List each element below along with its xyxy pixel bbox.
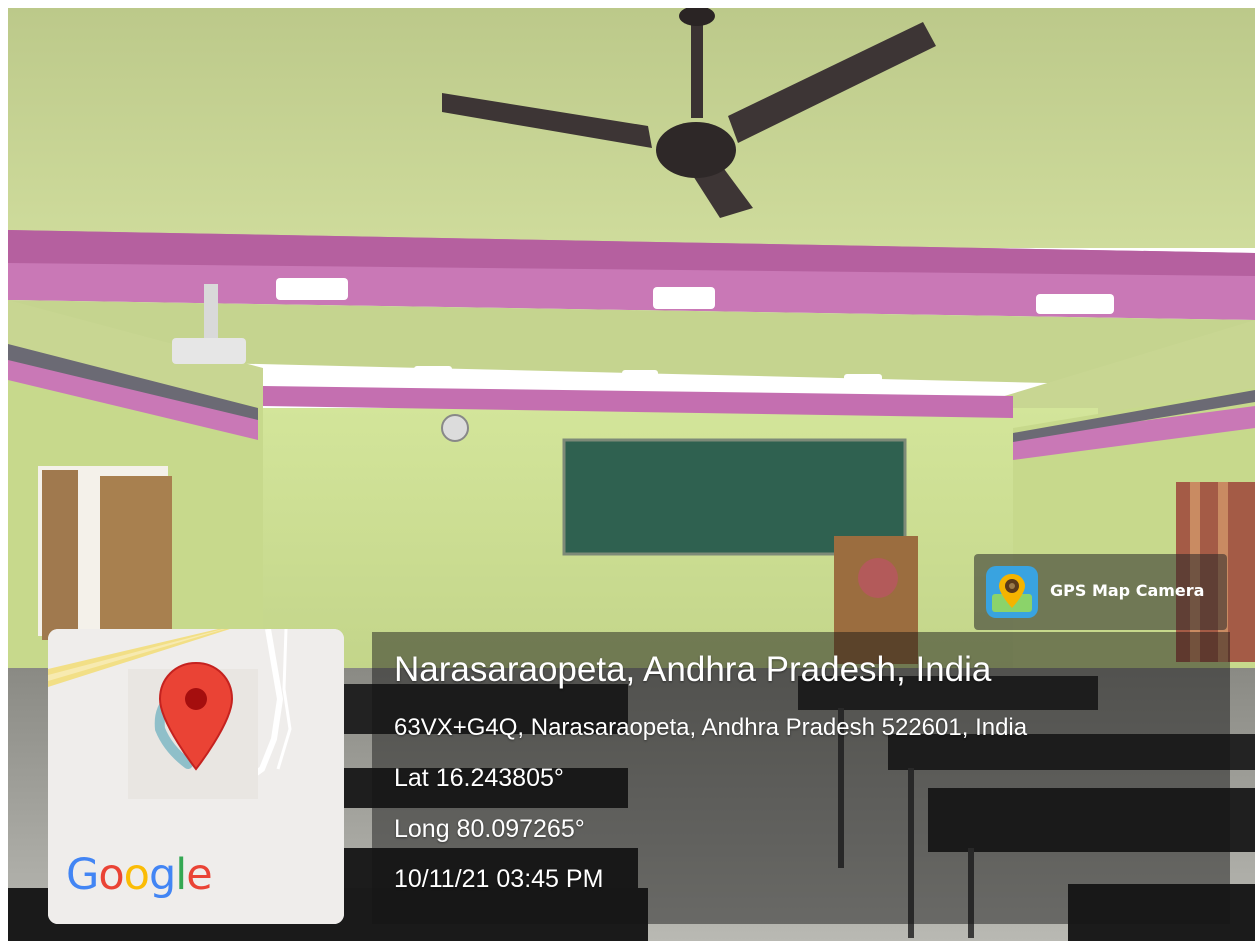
place-title: Narasaraopeta, Andhra Pradesh, India	[394, 650, 992, 689]
google-logo-letter: o	[123, 850, 150, 900]
latitude-readout: Lat 16.243805°	[394, 764, 564, 792]
google-logo-letter: o	[98, 850, 124, 900]
google-logo-letter: e	[186, 850, 212, 900]
address-line: 63VX+G4Q, Narasaraopeta, Andhra Pradesh …	[394, 714, 1028, 741]
google-logo-letter: l	[175, 850, 187, 900]
gps-map-camera-badge: GPS Map Camera	[974, 554, 1227, 630]
map-thumbnail[interactable]: Google	[48, 629, 344, 924]
location-info-panel: Narasaraopeta, Andhra Pradesh, India 63V…	[372, 632, 1230, 924]
timestamp: 10/11/21 03:45 PM	[394, 865, 604, 893]
gps-map-camera-icon	[986, 566, 1038, 618]
classroom-photo: GPS Map Camera Google Narasaraopeta, And…	[8, 8, 1255, 941]
google-logo: Google	[66, 850, 213, 900]
gps-map-camera-label: GPS Map Camera	[1050, 581, 1205, 600]
google-logo-letter: G	[66, 850, 99, 900]
google-logo-letter: g	[148, 850, 176, 900]
location-pin-icon	[158, 661, 234, 771]
longitude-readout: Long 80.097265°	[394, 815, 585, 843]
